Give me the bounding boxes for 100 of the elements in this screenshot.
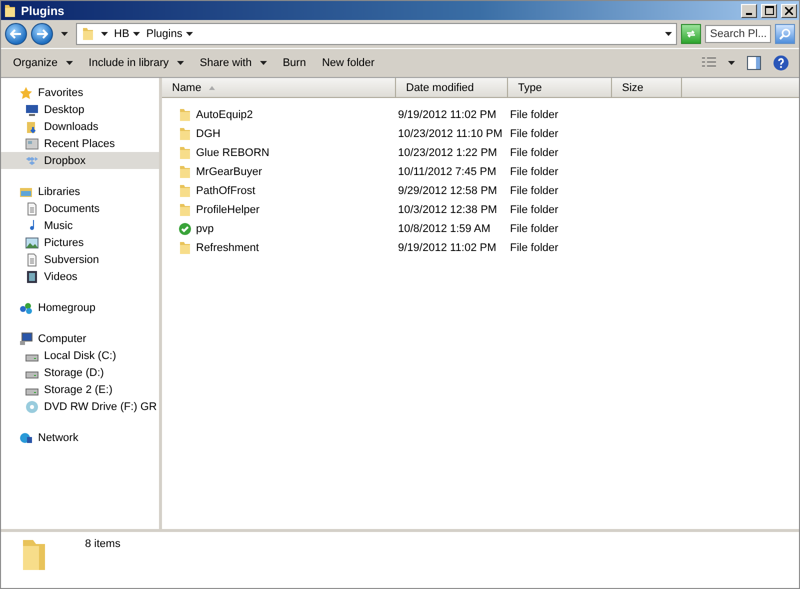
minimize-button[interactable] [741,4,757,18]
nav-item[interactable]: Downloads [1,118,159,135]
close-icon [785,6,793,14]
breadcrumb[interactable]: Plugins [146,28,182,40]
nav-item[interactable]: DVD RW Drive (F:) GR [1,398,159,415]
file-name[interactable]: PathOfFrost [196,184,256,196]
type-cell: File folder [510,204,558,216]
nav-group-label[interactable]: Libraries [38,186,80,198]
caret-icon [176,61,184,65]
nav-item[interactable]: Desktop [1,101,159,118]
file-name[interactable]: AutoEquip2 [196,108,253,120]
film-icon [25,270,39,284]
date-cell: 10/23/2012 11:10 PM [398,128,502,140]
type-cell: File folder [510,242,558,254]
nav-item[interactable]: Pictures [1,234,159,251]
synced-folder-icon [178,222,192,236]
file-name[interactable]: MrGearBuyer [196,166,262,178]
document-icon [25,252,39,266]
caret-icon [260,61,267,65]
date-cell: 9/19/2012 11:02 PM [398,242,496,254]
caret-icon [728,61,735,65]
nav-item[interactable]: Recent Places [1,135,159,152]
help-icon [773,55,789,71]
sort-icon [209,86,216,90]
back-arrow-icon [10,29,22,39]
nav-item[interactable]: Documents [1,200,159,217]
nav-group-label[interactable]: Computer [38,332,86,344]
folder-icon [81,27,95,41]
nav-item[interactable]: Music [1,217,159,234]
document-icon [25,202,39,216]
window-title: Plugins [21,4,66,18]
type-cell: File folder [510,184,558,196]
toolbar-button[interactable]: Burn [276,54,312,72]
refresh-arrows-icon [685,29,697,39]
folder-icon [178,240,192,254]
toolbar-button[interactable]: Share with [194,54,273,72]
network-icon [19,430,33,444]
nav-item[interactable]: Storage 2 (E:) [1,381,159,398]
file-name[interactable]: Glue REBORN [196,146,270,158]
maximize-icon [764,6,774,15]
address-bar[interactable]: HB Plugins [76,23,677,45]
dvd-drive-icon [25,400,39,414]
toolbar-button[interactable]: Organize [7,54,79,72]
close-button[interactable] [781,4,797,18]
search-icon [779,28,791,40]
file-name[interactable]: pvp [196,222,214,234]
date-cell: 9/19/2012 11:02 PM [398,108,496,120]
caret-icon [186,32,194,36]
file-name[interactable]: Refreshment [196,242,259,254]
homegroup-icon [19,300,33,314]
forward-button[interactable] [31,23,53,45]
date-cell: 10/23/2012 1:22 PM [398,146,498,158]
item-count: 8 items [85,538,120,550]
type-cell: File folder [510,108,558,120]
details-view-icon [702,57,716,69]
toolbar-button[interactable]: New folder [316,54,381,72]
folder-icon [178,146,192,160]
folder-icon [178,202,192,216]
forward-arrow-icon [36,29,48,39]
folder-icon [178,108,192,122]
type-cell: File folder [510,128,558,140]
column-header[interactable]: Date modified [396,78,508,97]
nav-item[interactable]: Videos [1,268,159,285]
folder-icon [3,4,17,18]
column-header[interactable]: Type [508,78,612,97]
nav-item[interactable]: Local Disk (C:) [1,347,159,364]
preview-pane-icon [747,56,761,70]
monitor-icon [25,102,39,116]
star-icon [19,86,33,100]
folder-icon [178,164,192,178]
nav-item[interactable]: Dropbox [1,152,159,169]
file-name[interactable]: ProfileHelper [196,204,260,216]
nav-group-label[interactable]: Favorites [38,86,84,98]
caret-icon [133,32,140,36]
refresh-button[interactable] [681,24,701,44]
date-cell: 9/29/2012 12:58 PM [398,184,498,196]
nav-group-label[interactable]: Homegroup [38,302,96,314]
date-cell: 10/8/2012 1:59 AM [398,222,490,234]
file-name[interactable]: DGH [196,128,220,140]
minimize-icon [746,12,752,14]
date-cell: 10/3/2012 12:38 PM [398,204,498,216]
breadcrumb[interactable]: HB [114,28,130,40]
back-button[interactable] [5,23,27,45]
picture-icon [25,236,39,250]
column-header[interactable]: Name [162,78,396,97]
folder-icon [178,126,192,140]
nav-item[interactable]: Subversion [1,251,159,268]
caret-icon [101,32,108,36]
column-header[interactable]: Size [612,78,682,97]
folder-icon [178,184,192,198]
toolbar-button[interactable]: Include in library [82,54,190,72]
search-button[interactable] [775,24,795,44]
caret-icon [66,61,73,65]
maximize-button[interactable] [761,4,777,18]
recent-places-icon [25,136,39,150]
search-field[interactable]: Search Pl... [705,25,771,43]
caret-icon [665,32,672,36]
nav-group-label[interactable]: Network [38,432,78,444]
type-cell: File folder [510,166,558,178]
nav-item[interactable]: Storage (D:) [1,364,159,381]
